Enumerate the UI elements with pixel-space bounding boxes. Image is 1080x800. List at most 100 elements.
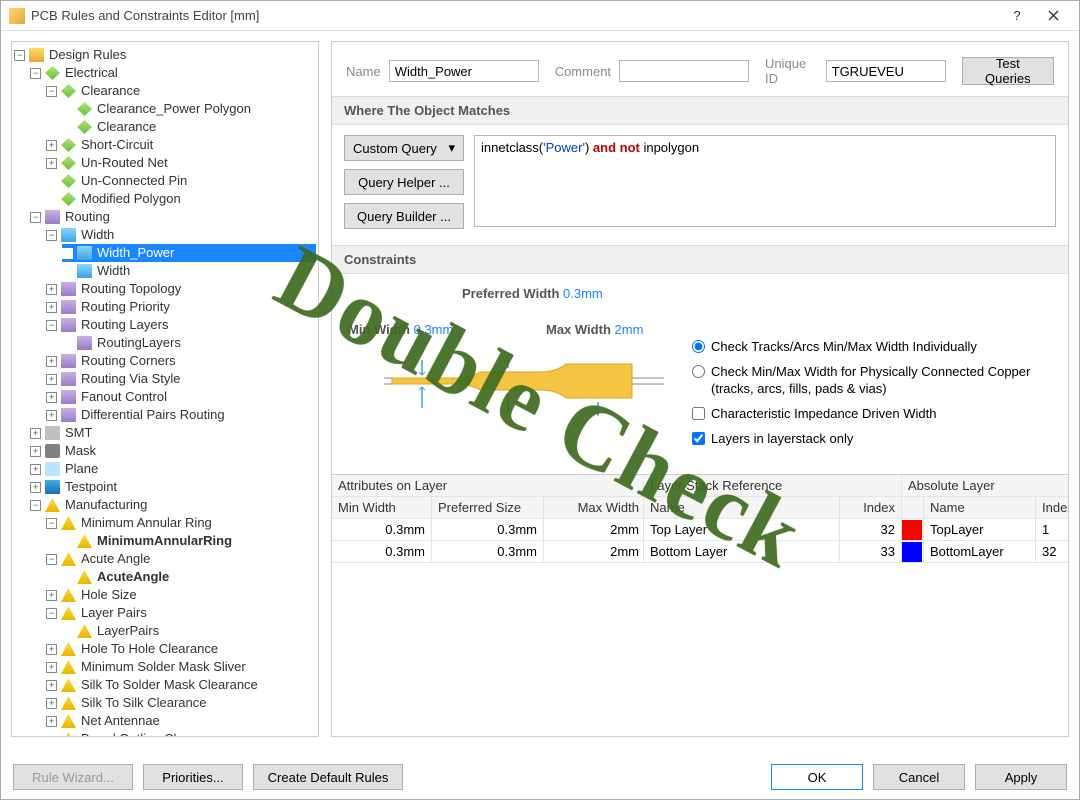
tree-item[interactable]: +Short-Circuit	[46, 136, 316, 154]
tree-twisty[interactable]: +	[30, 464, 41, 475]
tree-twisty[interactable]: −	[46, 518, 57, 529]
tree-twisty[interactable]: +	[46, 392, 57, 403]
grid-row[interactable]: 0.3mm0.3mm2mmTop Layer32TopLayer1	[332, 519, 1068, 541]
tree-item[interactable]: +Silk To Solder Mask Clearance	[46, 676, 316, 694]
tree-item[interactable]: +Fanout Control	[46, 388, 316, 406]
tree-twisty[interactable]: +	[46, 680, 57, 691]
grid-col-header[interactable]: Name	[644, 497, 840, 518]
help-button[interactable]: ?	[999, 2, 1035, 30]
tree-item[interactable]: MinimumAnnularRing	[62, 532, 316, 550]
tree-item[interactable]: −Routing	[30, 208, 316, 226]
grid-col-header[interactable]	[902, 497, 924, 518]
tree-item[interactable]: +Net Antennae	[46, 712, 316, 730]
grid-col-header[interactable]: Max Width	[544, 497, 644, 518]
tree-item[interactable]: −Acute Angle	[46, 550, 316, 568]
tree-item[interactable]: −Routing Layers	[46, 316, 316, 334]
tree-twisty[interactable]: +	[46, 374, 57, 385]
tree-twisty[interactable]: +	[46, 662, 57, 673]
match-mode-select[interactable]: Custom Query ▾	[344, 135, 464, 161]
rules-tree-panel[interactable]: −Design Rules−Electrical−ClearanceCleara…	[11, 41, 319, 737]
tree-item[interactable]: −Electrical	[30, 64, 316, 82]
tree-item[interactable]: +Hole To Hole Clearance	[46, 640, 316, 658]
tree-twisty[interactable]: −	[30, 68, 41, 79]
tree-twisty[interactable]: +	[46, 644, 57, 655]
grid-col-header[interactable]: Preferred Size	[432, 497, 544, 518]
tree-item[interactable]: +Silk To Silk Clearance	[46, 694, 316, 712]
tree-twisty[interactable]: −	[46, 608, 57, 619]
tree-item[interactable]: RoutingLayers	[62, 334, 316, 352]
tree-item[interactable]: +Hole Size	[46, 586, 316, 604]
tree-twisty[interactable]: +	[46, 158, 57, 169]
query-input[interactable]: innetclass('Power') and not inpolygon	[474, 135, 1056, 227]
priorities-button[interactable]: Priorities...	[143, 764, 243, 790]
grid-row[interactable]: 0.3mm0.3mm2mmBottom Layer33BottomLayer32	[332, 541, 1068, 563]
tree-twisty[interactable]: −	[46, 554, 57, 565]
tree-item[interactable]: +SMT	[30, 424, 316, 442]
tree-twisty[interactable]: +	[46, 140, 57, 151]
tree-item[interactable]: +Plane	[30, 460, 316, 478]
grid-col-header[interactable]: Index	[1036, 497, 1068, 518]
tree-twisty[interactable]: +	[46, 698, 57, 709]
tree-item[interactable]: +Testpoint	[30, 478, 316, 496]
tree-item[interactable]: LayerPairs	[62, 622, 316, 640]
tree-twisty[interactable]: +	[30, 428, 41, 439]
grid-col-header[interactable]: Index	[840, 497, 902, 518]
tree-twisty[interactable]: +	[46, 716, 57, 727]
ok-button[interactable]: OK	[771, 764, 863, 790]
comment-input[interactable]	[619, 60, 749, 82]
tree-twisty[interactable]: +	[46, 302, 57, 313]
tree-item[interactable]: −Minimum Annular Ring	[46, 514, 316, 532]
grid-col-header[interactable]: Name	[924, 497, 1036, 518]
tree-item[interactable]: −Layer Pairs	[46, 604, 316, 622]
tree-item[interactable]: Un-Connected Pin	[46, 172, 316, 190]
apply-button[interactable]: Apply	[975, 764, 1067, 790]
tree-item[interactable]: +Routing Corners	[46, 352, 316, 370]
tree-item[interactable]: −Width	[46, 226, 316, 244]
test-queries-button[interactable]: Test Queries	[962, 57, 1054, 85]
tree-item[interactable]: Width_Power	[62, 244, 316, 262]
check-connected-radio[interactable]	[692, 365, 705, 378]
tree-item[interactable]: +Mask	[30, 442, 316, 460]
query-helper-button[interactable]: Query Helper ...	[344, 169, 464, 195]
cancel-button[interactable]: Cancel	[873, 764, 965, 790]
tree-item[interactable]: Clearance_Power Polygon	[62, 100, 316, 118]
tree-item[interactable]: +Minimum Solder Mask Sliver	[46, 658, 316, 676]
tree-root[interactable]: −Design Rules	[14, 46, 316, 64]
tree-twisty[interactable]: +	[46, 590, 57, 601]
tree-item[interactable]: Width	[62, 262, 316, 280]
tree-item[interactable]: −Clearance	[46, 82, 316, 100]
max-width-value[interactable]: 2mm	[615, 322, 644, 337]
grid-col-header[interactable]: Min Width	[332, 497, 432, 518]
rule-wizard-button[interactable]: Rule Wizard...	[13, 764, 133, 790]
tree-item[interactable]: −Manufacturing	[30, 496, 316, 514]
min-width-value[interactable]: 0.3mm	[414, 322, 454, 337]
tree-item[interactable]: AcuteAngle	[62, 568, 316, 586]
layerstack-checkbox[interactable]	[692, 432, 705, 445]
tree-twisty[interactable]: −	[14, 50, 25, 61]
tree-item[interactable]: +Routing Priority	[46, 298, 316, 316]
tree-item[interactable]: +Differential Pairs Routing	[46, 406, 316, 424]
tree-twisty[interactable]: −	[30, 212, 41, 223]
tree-twisty[interactable]: −	[46, 86, 57, 97]
impedance-checkbox[interactable]	[692, 407, 705, 420]
tree-twisty[interactable]: +	[30, 446, 41, 457]
tree-item[interactable]: +Routing Topology	[46, 280, 316, 298]
create-default-rules-button[interactable]: Create Default Rules	[253, 764, 403, 790]
tree-item[interactable]: +Un-Routed Net	[46, 154, 316, 172]
close-button[interactable]	[1035, 2, 1071, 30]
tree-item[interactable]: Modified Polygon	[46, 190, 316, 208]
pref-width-value[interactable]: 0.3mm	[563, 286, 603, 301]
query-builder-button[interactable]: Query Builder ...	[344, 203, 464, 229]
uid-input[interactable]	[826, 60, 946, 82]
tree-twisty[interactable]: +	[46, 284, 57, 295]
tree-item[interactable]: Clearance	[62, 118, 316, 136]
tree-twisty[interactable]: +	[46, 410, 57, 421]
name-input[interactable]	[389, 60, 539, 82]
tree-twisty[interactable]: +	[46, 356, 57, 367]
layer-grid[interactable]: Attributes on Layer Layer Stack Referenc…	[332, 474, 1068, 563]
tree-item[interactable]: Board Outline Clearance	[46, 730, 316, 737]
tree-item[interactable]: +Routing Via Style	[46, 370, 316, 388]
tree-twisty[interactable]: +	[30, 482, 41, 493]
tree-twisty[interactable]: −	[30, 500, 41, 511]
tree-twisty[interactable]: −	[46, 230, 57, 241]
